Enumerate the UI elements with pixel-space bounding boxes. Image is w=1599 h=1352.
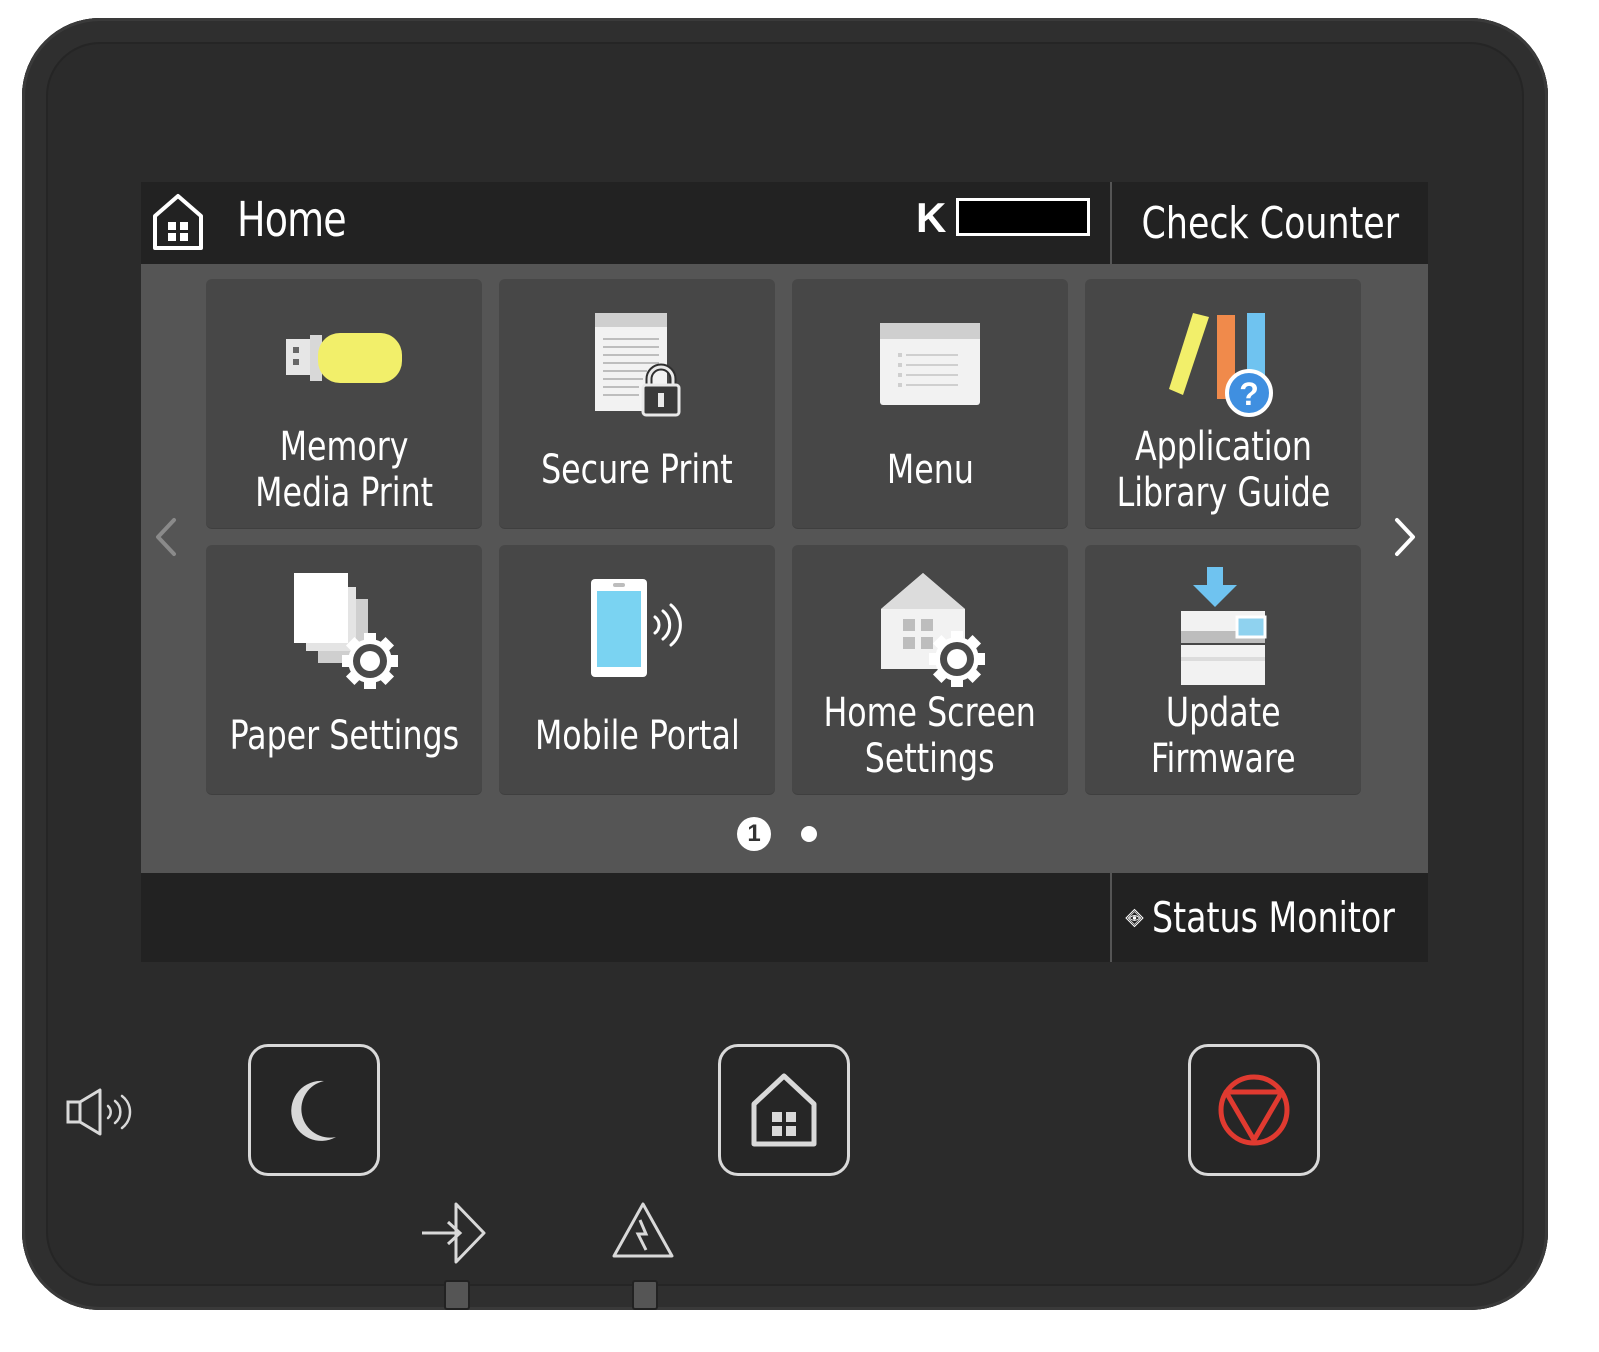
page-indicator: 1 — [737, 817, 817, 851]
page-indicator-dot[interactable] — [801, 826, 817, 842]
home-button[interactable] — [718, 1044, 850, 1176]
footer-bar: Status Monitor — [141, 873, 1428, 962]
speaker-icon — [66, 1088, 132, 1136]
error-indicator-led — [632, 1280, 658, 1310]
mobile-portal-icon — [591, 579, 682, 677]
header-bar: Home K Check Counter — [141, 182, 1428, 264]
usb-memory-icon — [286, 333, 402, 383]
status-monitor-eye-icon — [1125, 908, 1144, 927]
toner-level-fill — [959, 201, 1087, 233]
tile-label: Menu — [886, 447, 974, 493]
footer-divider — [1110, 873, 1112, 962]
check-counter-label: Check Counter — [1141, 197, 1400, 249]
tile-label: Application Library Guide — [1116, 424, 1330, 516]
toner-level-bar — [956, 198, 1090, 236]
locked-document-icon — [595, 313, 681, 417]
tile-update-firmware[interactable]: Update Firmware — [1085, 545, 1361, 794]
check-counter-button[interactable]: Check Counter — [1113, 182, 1428, 264]
stop-icon — [1218, 1074, 1290, 1146]
error-indicator-icon — [612, 1202, 674, 1258]
touch-screen: Home K Check Counter Memory Media Print — [141, 182, 1428, 962]
header-divider — [1110, 182, 1112, 264]
page-title: Home — [237, 192, 347, 248]
app-grid: Memory Media Print Secure Print Menu ? A… — [206, 279, 1363, 795]
tile-label: Mobile Portal — [534, 713, 740, 759]
moon-icon — [291, 1080, 336, 1141]
tile-label: Update Firmware — [1150, 690, 1296, 782]
stop-button[interactable] — [1188, 1044, 1320, 1176]
page-indicator-current: 1 — [737, 817, 771, 851]
data-indicator-icon — [422, 1202, 486, 1264]
previous-page-arrow-icon[interactable] — [146, 512, 186, 562]
library-guide-icon: ? — [1169, 313, 1273, 417]
next-page-arrow-icon[interactable] — [1385, 512, 1425, 562]
tile-memory-media-print[interactable]: Memory Media Print — [206, 279, 482, 528]
tile-home-screen-settings[interactable]: Home Screen Settings — [792, 545, 1068, 794]
tile-paper-settings[interactable]: Paper Settings — [206, 545, 482, 794]
svg-text:?: ? — [1239, 376, 1259, 412]
home-icon — [751, 1073, 817, 1147]
menu-list-icon — [880, 323, 980, 405]
tile-mobile-portal[interactable]: Mobile Portal — [499, 545, 775, 794]
home-icon — [153, 194, 203, 250]
tile-label: Paper Settings — [229, 713, 459, 759]
update-firmware-icon — [1181, 567, 1267, 685]
tile-label: Secure Print — [541, 447, 733, 493]
tile-label: Memory Media Print — [255, 424, 433, 516]
data-indicator-led — [444, 1280, 470, 1310]
home-screen-settings-icon — [881, 573, 985, 687]
paper-settings-icon — [294, 573, 398, 689]
tile-secure-print[interactable]: Secure Print — [499, 279, 775, 528]
tile-application-library-guide[interactable]: ? Application Library Guide — [1085, 279, 1361, 528]
toner-color-label: K — [916, 194, 947, 241]
tile-menu[interactable]: Menu — [792, 279, 1068, 528]
tile-label: Home Screen Settings — [823, 690, 1037, 782]
status-monitor-label: Status Monitor — [1151, 893, 1395, 942]
energy-saver-button[interactable] — [248, 1044, 380, 1176]
status-monitor-button[interactable]: Status Monitor — [1113, 873, 1428, 962]
